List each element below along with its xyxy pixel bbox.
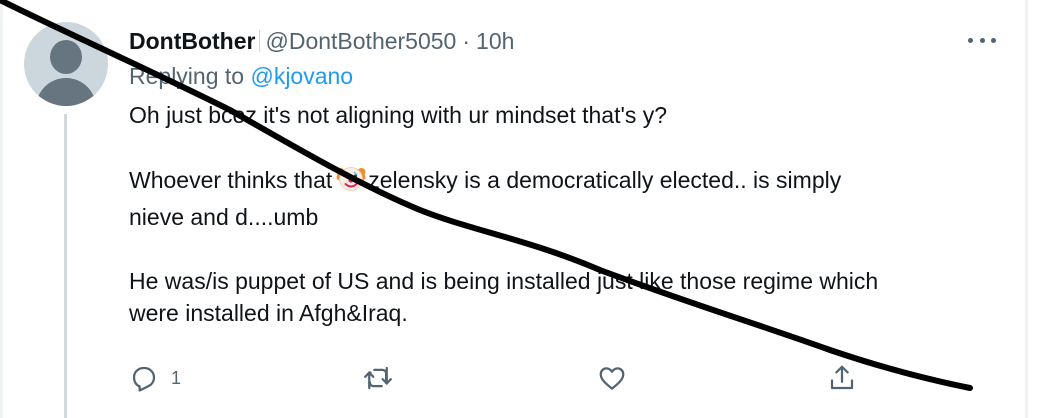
dot-separator: ·: [462, 27, 471, 54]
avatar-head: [50, 40, 82, 74]
reply-button[interactable]: 1: [129, 362, 181, 394]
reply-icon: [129, 363, 159, 393]
tweet-line: Whoever thinks that zelensky is a democr…: [129, 163, 1009, 201]
mention-link[interactable]: @kjovano: [250, 63, 353, 89]
user-handle[interactable]: @DontBother5050: [265, 28, 456, 55]
clown-face-emoji-icon: [336, 163, 366, 201]
retweet-button[interactable]: [363, 362, 405, 394]
share-icon: [827, 363, 857, 393]
thread-line: [64, 114, 67, 418]
left-border: [0, 0, 3, 418]
tweet-text: Oh just bcoz it's not aligning with ur m…: [129, 99, 1009, 329]
tweet-text-segment: zelensky is a democratically elected.. i…: [368, 167, 842, 193]
replying-label: Replying to: [129, 63, 245, 89]
more-options-icon[interactable]: [968, 32, 996, 48]
avatar-body: [36, 78, 96, 106]
more-dot: [979, 37, 985, 43]
tweet-line: Oh just bcoz it's not aligning with ur m…: [129, 102, 668, 128]
share-button[interactable]: [827, 362, 857, 394]
display-name[interactable]: DontBother: [129, 28, 255, 55]
more-dot: [968, 37, 973, 43]
heart-icon: [597, 363, 627, 393]
right-border: [1025, 0, 1028, 418]
replying-to: Replying to @kjovano: [129, 63, 353, 90]
reply-count: 1: [171, 367, 182, 388]
tweet-text-segment: Whoever thinks that: [129, 167, 333, 193]
retweet-icon: [363, 363, 393, 393]
name-separator: [259, 30, 261, 52]
action-bar: 1: [129, 362, 869, 394]
more-dot: [991, 37, 996, 43]
timestamp[interactable]: 10h: [476, 28, 514, 55]
tweet-line: nieve and d....umb: [129, 204, 319, 230]
avatar[interactable]: [24, 22, 108, 106]
tweet-line: He was/is puppet of US and is being inst…: [129, 268, 879, 294]
like-button[interactable]: [597, 362, 639, 394]
tweet-header: DontBother @DontBother5050 · 10h: [129, 28, 514, 54]
tweet-line: were installed in Afgh&Iraq.: [129, 300, 408, 326]
